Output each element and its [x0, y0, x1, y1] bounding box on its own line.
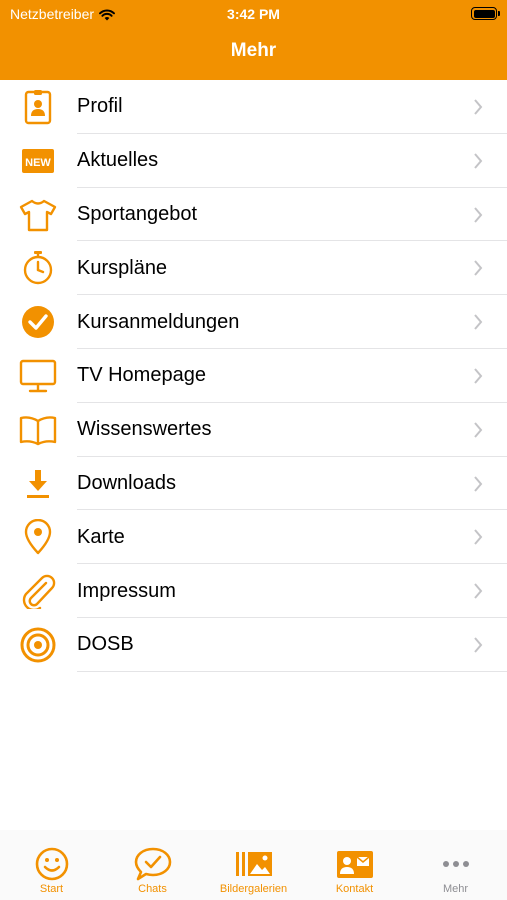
map-pin-icon: [18, 518, 58, 556]
tab-bar: Start Chats Bildergalerien Kontakt Mehr: [0, 830, 507, 900]
status-bar: Netzbetreiber 3:42 PM: [0, 0, 507, 30]
contact-card-icon: [336, 851, 373, 878]
tshirt-icon: [18, 196, 58, 234]
page-title: Mehr: [230, 40, 277, 61]
chevron-right-icon: [474, 206, 483, 223]
menu-item-label: Kursanmeldungen: [77, 310, 240, 333]
menu-item-kursanmeldungen[interactable]: Kursanmeldungen: [0, 295, 507, 349]
tab-label: Chats: [138, 883, 167, 895]
menu-item-karte[interactable]: Karte: [0, 510, 507, 565]
chevron-right-icon: [474, 153, 483, 169]
menu-item-label: Aktuelles: [77, 149, 159, 172]
gallery-icon: [235, 852, 272, 876]
chevron-right-icon: [474, 529, 483, 546]
tab-kontakt[interactable]: Kontakt: [304, 830, 405, 900]
more-dots-icon: [442, 861, 469, 867]
check-circle-icon: [18, 303, 58, 341]
chevron-right-icon: [474, 583, 483, 599]
status-time: 3:42 PM: [227, 6, 280, 22]
tab-chats[interactable]: Chats: [102, 830, 203, 900]
menu-list: Profil NEW Aktuelles Sportangebot Kurspl…: [0, 80, 507, 672]
battery-icon: [471, 7, 500, 20]
menu-item-label: Wissenswertes: [77, 418, 212, 441]
chevron-right-icon: [474, 260, 483, 277]
menu-item-label: Kurspläne: [77, 256, 168, 279]
tab-label: Bildergalerien: [219, 883, 288, 895]
new-badge-icon: NEW: [18, 142, 58, 180]
open-book-icon: [18, 411, 58, 449]
chevron-right-icon: [474, 637, 483, 653]
menu-item-label: Sportangebot: [77, 202, 198, 225]
chevron-right-icon: [474, 99, 483, 115]
stopwatch-icon: [18, 249, 58, 287]
menu-item-profil[interactable]: Profil: [0, 80, 507, 134]
menu-item-sportangebot[interactable]: Sportangebot: [0, 188, 507, 242]
download-icon: [18, 465, 58, 503]
chevron-right-icon: [474, 475, 483, 492]
tab-bildergalerien[interactable]: Bildergalerien: [203, 830, 304, 900]
menu-item-label: TV Homepage: [77, 364, 206, 387]
monitor-icon: [18, 357, 58, 395]
chevron-right-icon: [474, 314, 483, 330]
chat-bubble-icon: [134, 847, 171, 881]
header-bar: Netzbetreiber 3:42 PM Mehr: [0, 0, 507, 80]
tab-label: Kontakt: [335, 883, 374, 895]
tab-label: Mehr: [442, 883, 469, 895]
tab-mehr[interactable]: Mehr: [405, 830, 506, 900]
menu-item-label: DOSB: [77, 633, 134, 656]
chevron-right-icon: [474, 422, 483, 438]
menu-item-downloads[interactable]: Downloads: [0, 457, 507, 511]
new-badge-text: NEW: [25, 157, 51, 169]
id-badge-icon: [18, 88, 58, 126]
smiley-icon: [35, 847, 68, 881]
menu-item-label: Impressum: [77, 579, 176, 602]
target-icon: [18, 626, 58, 664]
chevron-right-icon: [474, 368, 483, 384]
tab-start[interactable]: Start: [1, 830, 102, 900]
menu-item-label: Karte: [77, 525, 125, 548]
menu-item-label: Downloads: [77, 471, 176, 494]
menu-item-dosb[interactable]: DOSB: [0, 618, 507, 672]
menu-item-wissenswertes[interactable]: Wissenswertes: [0, 403, 507, 457]
menu-item-kursplaene[interactable]: Kurspläne: [0, 241, 507, 296]
tab-label: Start: [39, 883, 64, 895]
menu-item-tv-homepage[interactable]: TV Homepage: [0, 349, 507, 403]
paperclip-icon: [18, 572, 58, 610]
menu-item-label: Profil: [77, 95, 123, 118]
menu-item-impressum[interactable]: Impressum: [0, 564, 507, 618]
menu-item-aktuelles[interactable]: NEW Aktuelles: [0, 134, 507, 188]
